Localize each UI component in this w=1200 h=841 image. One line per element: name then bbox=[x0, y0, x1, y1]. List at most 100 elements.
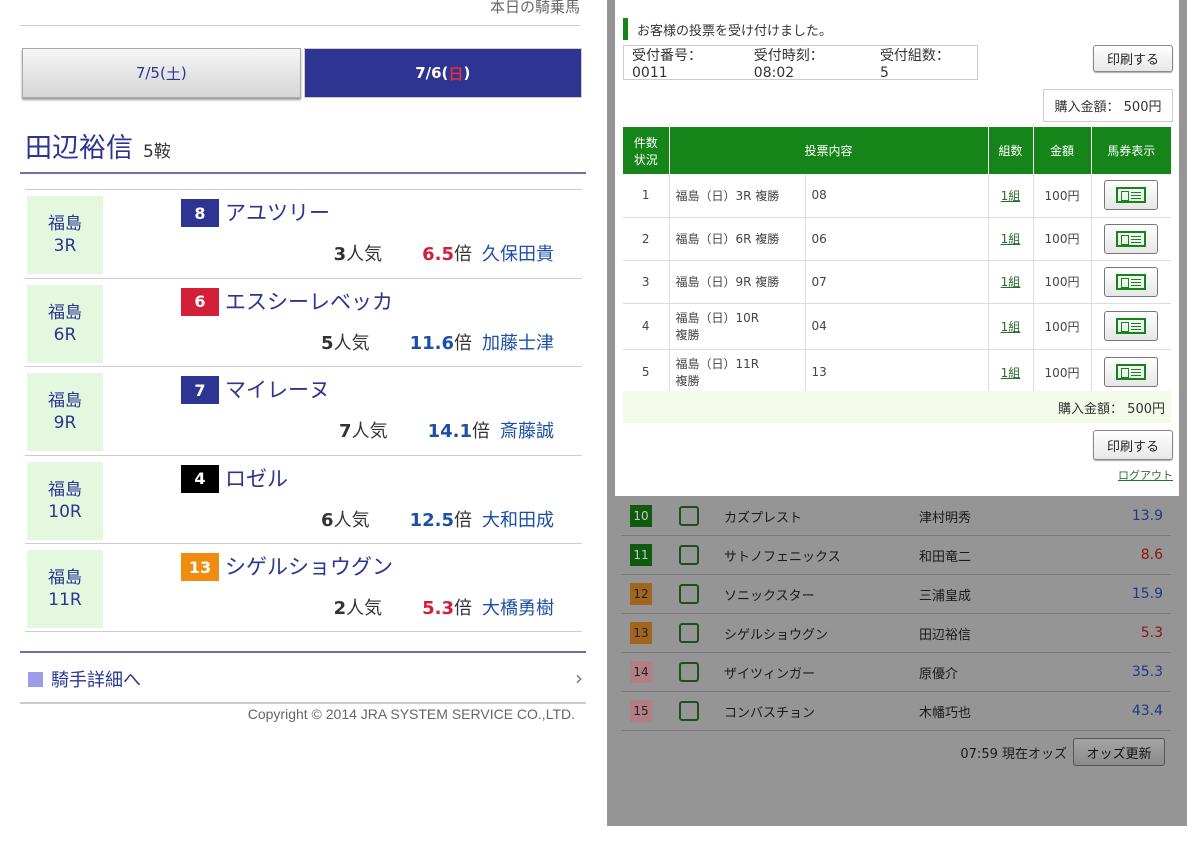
horse-number-badge: 7 bbox=[181, 376, 219, 405]
print-button-bottom[interactable]: 印刷する bbox=[1093, 430, 1173, 460]
horse-number-badge: 14 bbox=[630, 661, 652, 683]
horse-number-badge: 11 bbox=[630, 544, 652, 566]
ride-count: 5鞍 bbox=[143, 142, 171, 162]
square-bullet-icon bbox=[28, 671, 43, 687]
tab-date-sun[interactable]: 7/6(日) bbox=[303, 48, 582, 98]
tab-date-suffix: ) bbox=[463, 64, 471, 82]
horse-number-badge: 13 bbox=[181, 553, 219, 582]
ticket-view-button[interactable] bbox=[1104, 180, 1159, 211]
bet-race-line1: 福島（日）11R bbox=[675, 357, 760, 371]
horse-number-badge: 15 bbox=[630, 700, 652, 722]
horse-name[interactable]: エスシーレベッカ bbox=[225, 286, 393, 316]
bet-race: 福島（日）11R 複勝 bbox=[669, 349, 806, 396]
ride-stats: 7人気 14.1倍 斎藤誠 bbox=[339, 417, 554, 443]
select-checkbox[interactable] bbox=[679, 506, 699, 526]
odds-row: 12 ソニックスター 三浦皇成 15.9 bbox=[621, 575, 1171, 614]
bet-no: 2 bbox=[623, 217, 670, 261]
bet-amount: 100円 bbox=[1033, 217, 1092, 261]
odds-value: 43.4 bbox=[1131, 703, 1163, 719]
horse-name[interactable]: マイレーヌ bbox=[225, 374, 330, 404]
tab-date-day: 日 bbox=[448, 64, 464, 83]
jockey-name: 田辺裕信 bbox=[919, 627, 972, 643]
bet-amount: 100円 bbox=[1033, 260, 1092, 304]
confirmation-text: お客様の投票を受け付けました。 bbox=[637, 23, 833, 39]
bet-ticket-cell bbox=[1091, 174, 1171, 218]
horse-name: ザイツィンガー bbox=[724, 666, 816, 682]
tab-date-sat[interactable]: 7/5(土) bbox=[22, 48, 301, 98]
ride-row[interactable]: 福島 11R 13 シゲルショウグン 2人気 5.3倍 大橋勇樹 bbox=[25, 543, 582, 632]
venue-badge: 福島 6R bbox=[27, 284, 103, 363]
odds-value: 11.6 bbox=[409, 332, 454, 354]
bet-sets-link[interactable]: 1組 bbox=[988, 303, 1034, 350]
popularity-rank: 5 bbox=[321, 332, 334, 354]
divider bbox=[20, 702, 586, 704]
ticket-view-button[interactable] bbox=[1104, 266, 1159, 297]
odds-value: 8.6 bbox=[1140, 547, 1163, 563]
jockey-name: 木幡巧也 bbox=[919, 705, 972, 721]
col-status-line2: 状況 bbox=[633, 152, 658, 167]
col-status-line1: 件数 bbox=[633, 135, 658, 150]
col-ticket: 馬券表示 bbox=[1091, 127, 1171, 174]
horse-name[interactable]: ロゼル bbox=[225, 463, 288, 493]
select-checkbox[interactable] bbox=[679, 623, 699, 643]
odds-list: 10 カズプレスト 津村明秀 13.9 11 サトノフェニックス 和田竜二 8.6 12 ソニック… bbox=[621, 497, 1171, 731]
update-odds-button[interactable]: オッズ更新 bbox=[1073, 738, 1165, 766]
ride-row[interactable]: 福島 10R 4 ロゼル 6人気 12.5倍 大和田成 bbox=[25, 454, 582, 544]
bet-ticket-cell bbox=[1091, 217, 1171, 261]
select-checkbox[interactable] bbox=[679, 584, 699, 604]
ride-row[interactable]: 福島 3R 8 アユツリー 3人気 6.5倍 久保田貴 bbox=[25, 189, 582, 278]
ticket-icon bbox=[1116, 187, 1147, 204]
popularity-suffix: 人気 bbox=[333, 332, 370, 354]
venue-name: 福島 bbox=[48, 479, 82, 500]
odds-row: 11 サトノフェニックス 和田竜二 8.6 bbox=[621, 536, 1171, 575]
jockey-name: 津村明秀 bbox=[919, 510, 972, 526]
bet-sets-link[interactable]: 1組 bbox=[988, 260, 1034, 304]
jockey-ride-panel: 本日の騎乗馬 7/5(土) 7/6(日) 田辺裕信 5鞍 福島 3R 8 アユツリー 3… bbox=[0, 0, 600, 841]
bet-row: 1 福島（日）3R 複勝 08 1組 100円 bbox=[623, 174, 1171, 218]
venue-name: 福島 bbox=[48, 391, 82, 412]
bet-amount: 100円 bbox=[1033, 303, 1092, 350]
bet-no: 4 bbox=[623, 303, 670, 350]
divider bbox=[20, 651, 586, 653]
horse-number-badge: 10 bbox=[630, 505, 652, 527]
print-button[interactable]: 印刷する bbox=[1093, 45, 1173, 72]
receipt-info: 受付番号： 0011 受付時刻： 08:02 受付組数： 5 bbox=[623, 45, 978, 81]
odds: 6.5倍 bbox=[422, 240, 472, 266]
ticket-view-button[interactable] bbox=[1104, 357, 1159, 387]
horse-name: ソニックスター bbox=[724, 588, 815, 604]
horse-name[interactable]: シゲルショウグン bbox=[225, 551, 393, 581]
select-checkbox[interactable] bbox=[679, 701, 699, 721]
ticket-icon bbox=[1116, 318, 1147, 334]
purchase-total-row: 購入金額： 500円 bbox=[623, 391, 1171, 423]
ride-row[interactable]: 福島 6R 6 エスシーレベッカ 5人気 11.6倍 加藤士津 bbox=[25, 277, 582, 367]
bet-sets-link[interactable]: 1組 bbox=[988, 349, 1034, 396]
select-checkbox[interactable] bbox=[679, 545, 699, 565]
horse-number-badge: 13 bbox=[630, 622, 652, 644]
ticket-view-button[interactable] bbox=[1104, 311, 1159, 341]
ticket-view-button[interactable] bbox=[1104, 223, 1159, 254]
race-number: 3R bbox=[53, 236, 77, 256]
jockey-detail-link[interactable]: 騎手詳細へ › bbox=[28, 666, 583, 692]
odds-footer: 07:59 現在オッズ オッズ更新 bbox=[960, 738, 1165, 766]
copyright: Copyright © 2014 JRA SYSTEM SERVICE CO.,… bbox=[247, 706, 575, 722]
ride-row[interactable]: 福島 9R 7 マイレーヌ 7人気 14.1倍 斎藤誠 bbox=[25, 366, 582, 455]
logout-link[interactable]: ログアウト bbox=[1118, 467, 1173, 483]
bet-race-line1: 福島（日）10R bbox=[675, 311, 760, 325]
bet-sets-link[interactable]: 1組 bbox=[988, 217, 1034, 261]
previous-jockey: 久保田貴 bbox=[482, 244, 554, 265]
venue-badge: 福島 9R bbox=[27, 373, 103, 452]
divider bbox=[20, 25, 580, 26]
horse-name[interactable]: アユツリー bbox=[225, 197, 330, 227]
ticket-icon bbox=[1116, 230, 1147, 247]
receipt-time: 受付時刻： 08:02 bbox=[753, 47, 824, 81]
race-number: 9R bbox=[53, 413, 77, 434]
horse-number-badge: 6 bbox=[181, 287, 219, 316]
ride-list: 福島 3R 8 アユツリー 3人気 6.5倍 久保田貴 福島 6R 6 エスシーレベッカ 5人気 11.… bbox=[25, 189, 582, 632]
select-checkbox[interactable] bbox=[679, 662, 699, 682]
jockey-detail-label: 騎手詳細へ bbox=[51, 670, 141, 691]
bet-ticket-cell bbox=[1091, 349, 1171, 396]
odds: 11.6倍 bbox=[410, 329, 472, 355]
odds-suffix: 倍 bbox=[454, 332, 472, 354]
bet-sets-link[interactable]: 1組 bbox=[988, 174, 1034, 218]
tab-date-prefix: 7/5( bbox=[135, 64, 166, 82]
